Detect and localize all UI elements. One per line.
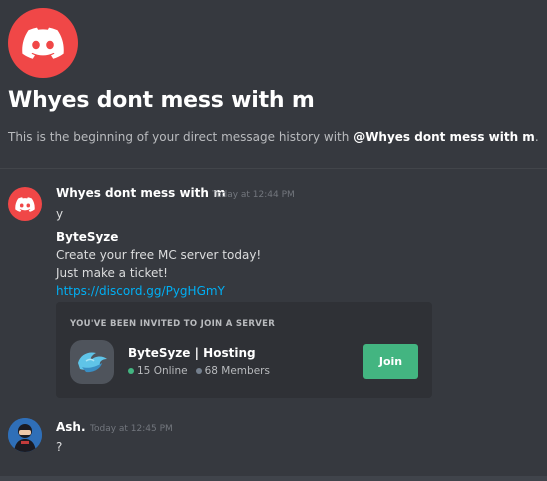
server-invite-card: YOU'VE BEEN INVITED TO JOIN A SERVER Byt… [56, 302, 432, 398]
user-avatar-icon [8, 418, 42, 452]
message-author[interactable]: Whyes dont mess with m [56, 186, 226, 200]
page-title: Whyes dont mess with m [8, 88, 315, 113]
dm-intro-text: This is the beginning of your direct mes… [8, 130, 539, 144]
dm-intro-suffix: . [534, 130, 539, 144]
embed-line: Just make a ticket! [56, 266, 168, 280]
embed-title: ByteSyze [56, 230, 119, 244]
bytesyze-logo-icon[interactable] [70, 340, 114, 384]
online-count: 15 Online [137, 365, 188, 377]
avatar[interactable] [8, 418, 42, 452]
discord-logo-icon [8, 8, 78, 78]
member-count: 68 Members [204, 365, 270, 377]
join-button[interactable]: Join [363, 344, 418, 379]
dm-intro-username[interactable]: @Whyes dont mess with m [353, 130, 535, 144]
message-text: y [56, 207, 64, 221]
invite-link[interactable]: https://discord.gg/PygHGmY [56, 284, 225, 298]
message-timestamp: Today at 12:45 PM [90, 424, 173, 434]
message-text: ? [56, 440, 63, 454]
dm-channel: Whyes dont mess with m This is the begin… [0, 0, 547, 481]
avatar[interactable] [8, 187, 42, 221]
invite-heading: YOU'VE BEEN INVITED TO JOIN A SERVER [70, 319, 276, 329]
discord-logo-icon [15, 196, 35, 212]
message-input-bar[interactable] [0, 476, 547, 481]
message-author[interactable]: Ash. [56, 420, 86, 434]
server-name[interactable]: ByteSyze | Hosting [128, 346, 256, 360]
divider [0, 168, 547, 169]
server-stats: 15 Online 68 Members [128, 365, 270, 377]
online-dot-icon [128, 368, 134, 374]
message-timestamp: Today at 12:44 PM [212, 190, 295, 200]
embed-line: Create your free MC server today! [56, 248, 262, 262]
dm-intro-prefix: This is the beginning of your direct mes… [8, 130, 354, 144]
members-dot-icon [195, 368, 202, 374]
